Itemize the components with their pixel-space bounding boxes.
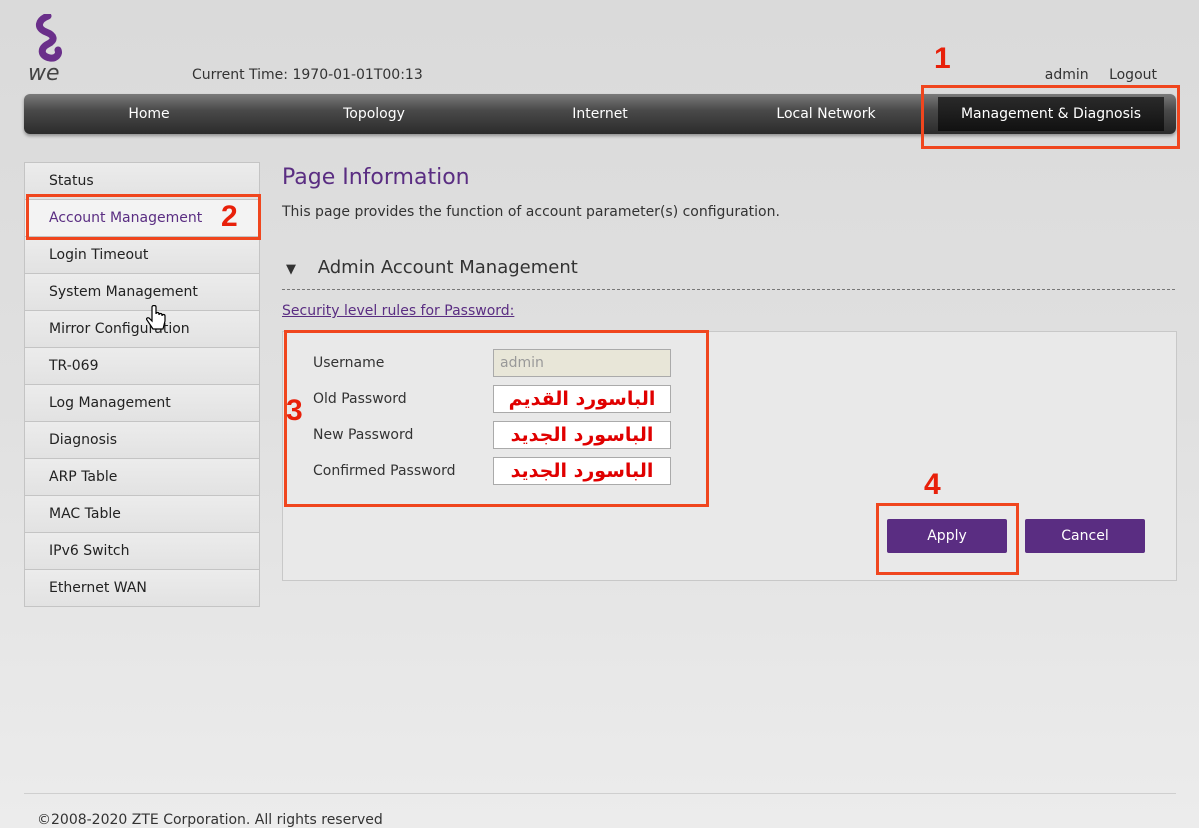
footer-copyright: ©2008-2020 ZTE Corporation. All rights r… (37, 812, 383, 828)
sidebar-item-system-management[interactable]: System Management (25, 274, 259, 311)
section-title: Admin Account Management (317, 257, 578, 278)
section-header[interactable]: ▼ Admin Account Management (282, 257, 1175, 290)
sidebar-item-login-timeout[interactable]: Login Timeout (25, 237, 259, 274)
annotation-box-1 (921, 85, 1180, 149)
hand-cursor-icon (146, 304, 168, 335)
logout-link[interactable]: Logout (1109, 67, 1157, 83)
annotation-number-1: 1 (934, 42, 951, 75)
nav-local-network[interactable]: Local Network (726, 94, 926, 134)
current-time: Current Time: 1970-01-01T00:13 (192, 67, 423, 83)
sidebar-item-mac-table[interactable]: MAC Table (25, 496, 259, 533)
logo-text: we (28, 61, 60, 86)
page-title: Page Information (282, 165, 470, 190)
current-time-value: 1970-01-01T00:13 (292, 67, 423, 83)
user-link[interactable]: admin (1045, 67, 1089, 83)
nav-topology[interactable]: Topology (274, 94, 474, 134)
footer-divider (24, 793, 1176, 794)
sidebar-item-log-management[interactable]: Log Management (25, 385, 259, 422)
current-time-label: Current Time: (192, 67, 289, 83)
sidebar-item-arp-table[interactable]: ARP Table (25, 459, 259, 496)
annotation-box-3 (284, 330, 709, 507)
nav-home[interactable]: Home (24, 94, 274, 134)
cancel-button[interactable]: Cancel (1025, 519, 1145, 553)
annotation-number-4: 4 (924, 468, 941, 501)
page-description: This page provides the function of accou… (282, 204, 780, 220)
sidebar-item-ethernet-wan[interactable]: Ethernet WAN (25, 570, 259, 606)
collapse-triangle-icon: ▼ (286, 262, 296, 277)
sidebar-item-mirror-configuration[interactable]: Mirror Configuration (25, 311, 259, 348)
nav-internet[interactable]: Internet (500, 94, 700, 134)
annotation-box-4 (876, 503, 1019, 575)
sidebar-item-ipv6-switch[interactable]: IPv6 Switch (25, 533, 259, 570)
sidebar-item-tr069[interactable]: TR-069 (25, 348, 259, 385)
top-links: admin Logout (1029, 67, 1157, 83)
we-logo: we (26, 12, 82, 88)
annotation-number-3: 3 (286, 394, 303, 427)
security-rules-link[interactable]: Security level rules for Password: (282, 303, 514, 319)
sidebar-item-diagnosis[interactable]: Diagnosis (25, 422, 259, 459)
annotation-number-2: 2 (221, 200, 238, 233)
